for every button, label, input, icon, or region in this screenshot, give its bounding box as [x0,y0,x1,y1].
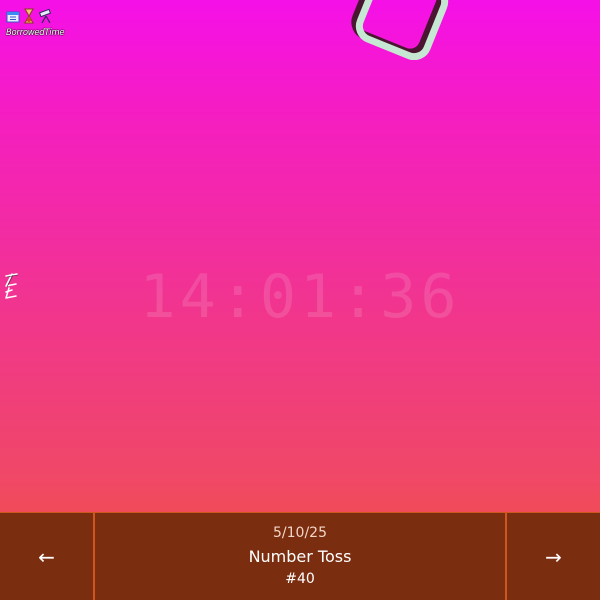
arrow-right-icon: → [545,545,562,569]
puzzle-footer: ← 5/10/25 Number Toss #40 → [0,512,600,600]
puzzle-date: 5/10/25 [273,525,327,541]
hourglass-icon [22,8,36,28]
next-puzzle-button[interactable]: → [505,513,600,600]
arrow-left-icon: ← [38,545,55,569]
clock-display: 14:01:36 [139,262,461,332]
logo-text: BorrowedTime [6,28,65,38]
prev-puzzle-button[interactable]: ← [0,513,95,600]
logo-icons [6,8,76,28]
puzzle-name: Number Toss [248,547,352,566]
app-logo: BorrowedTime [6,8,76,42]
puzzle-info[interactable]: 5/10/25 Number Toss #40 [95,513,505,600]
rounded-square-decoration [350,0,450,61]
calendar-icon [6,9,20,28]
telescope-icon [38,8,54,28]
puzzle-number: #40 [285,571,315,587]
